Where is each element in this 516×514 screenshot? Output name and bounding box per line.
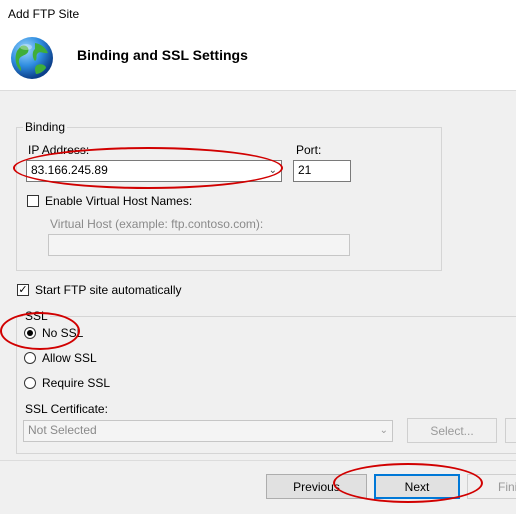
port-label: Port: bbox=[296, 143, 322, 157]
page-title: Binding and SSL Settings bbox=[77, 47, 248, 63]
virtual-host-input[interactable] bbox=[48, 234, 350, 256]
allow-ssl-label: Allow SSL bbox=[42, 351, 97, 365]
ssl-certificate-value: Not Selected bbox=[28, 423, 97, 437]
annotation-ellipse-next bbox=[333, 463, 483, 503]
enable-virtual-host-label: Enable Virtual Host Names: bbox=[45, 194, 193, 208]
checkmark-icon: ✓ bbox=[18, 283, 28, 296]
start-automatically-label: Start FTP site automatically bbox=[35, 283, 182, 297]
ssl-certificate-dropdown[interactable]: Not Selected ⌄ bbox=[23, 420, 393, 442]
binding-group-label: Binding bbox=[23, 120, 68, 134]
allow-ssl-radio[interactable] bbox=[24, 352, 36, 364]
select-certificate-button[interactable]: Select... bbox=[407, 418, 497, 443]
annotation-ellipse-ip bbox=[13, 147, 283, 189]
start-automatically-checkbox[interactable]: ✓ bbox=[17, 284, 29, 296]
port-input[interactable]: 21 bbox=[293, 160, 351, 182]
annotation-ellipse-no-ssl bbox=[0, 312, 80, 350]
enable-virtual-host-checkbox[interactable] bbox=[27, 195, 39, 207]
window-title: Add FTP Site bbox=[8, 7, 80, 21]
require-ssl-radio[interactable] bbox=[24, 377, 36, 389]
globe-icon bbox=[11, 37, 53, 79]
ssl-certificate-label: SSL Certificate: bbox=[25, 402, 108, 416]
require-ssl-label: Require SSL bbox=[42, 376, 111, 390]
virtual-host-label: Virtual Host (example: ftp.contoso.com): bbox=[50, 217, 264, 231]
chevron-down-icon[interactable]: ⌄ bbox=[380, 425, 388, 436]
view-certificate-button[interactable] bbox=[505, 418, 516, 443]
